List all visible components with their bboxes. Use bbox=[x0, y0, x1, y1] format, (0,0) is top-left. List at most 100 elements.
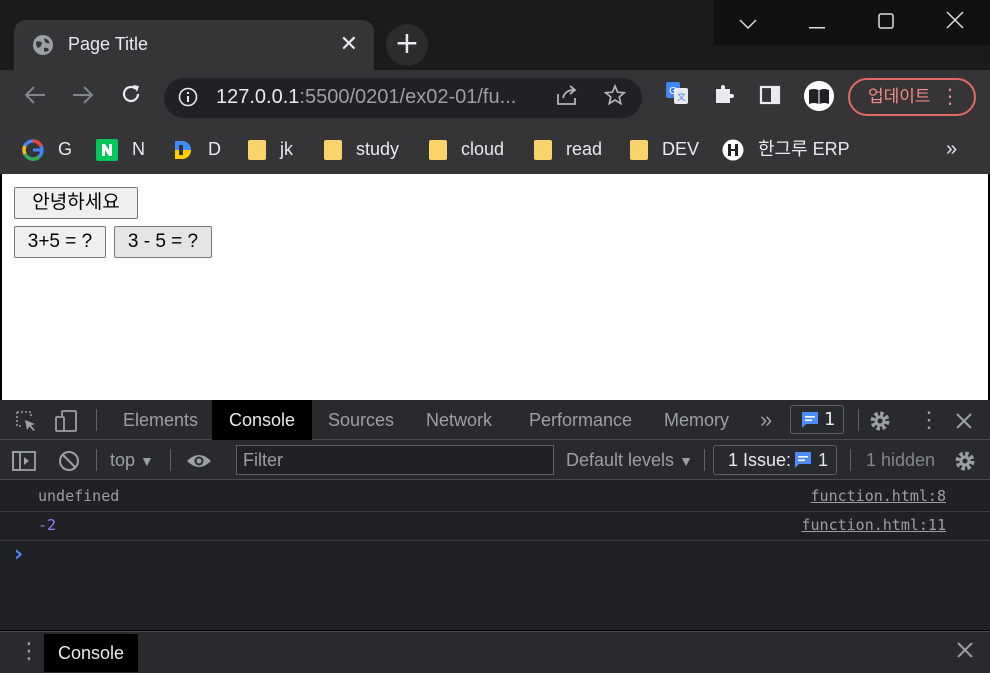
clear-console-icon[interactable] bbox=[58, 440, 80, 480]
inspect-element-icon[interactable] bbox=[14, 400, 38, 440]
maximize-icon[interactable] bbox=[852, 0, 920, 45]
console-output: undefined function.html:8 -2 function.ht… bbox=[0, 480, 990, 630]
tab-sources[interactable]: Sources bbox=[328, 400, 394, 440]
more-menu-icon[interactable]: ⋮ bbox=[940, 80, 960, 112]
devtools-drawer: ⋮ Console bbox=[0, 631, 990, 673]
minimize-icon[interactable] bbox=[783, 0, 851, 45]
more-tabs-button[interactable]: » bbox=[760, 400, 772, 440]
svg-text:G: G bbox=[669, 86, 677, 97]
drawer-menu-icon[interactable]: ⋮ bbox=[18, 632, 40, 672]
toolbar-divider bbox=[170, 449, 171, 471]
tab-search-icon[interactable] bbox=[714, 0, 782, 45]
sidebar-toggle-icon[interactable] bbox=[12, 440, 36, 480]
close-drawer-icon[interactable] bbox=[956, 641, 974, 663]
add-button[interactable]: 3+5 = ? bbox=[14, 226, 106, 258]
devtools-tab-bar: Elements Console Sources Network Perform… bbox=[0, 400, 990, 440]
folder-icon bbox=[534, 140, 552, 161]
page-viewport: 안녕하세요 3+5 = ? 3 - 5 = ? bbox=[2, 174, 988, 400]
log-levels-dropdown[interactable]: Default levels ▼ bbox=[566, 440, 693, 480]
folder-icon bbox=[324, 140, 342, 161]
greeting-button[interactable]: 안녕하세요 bbox=[14, 187, 138, 219]
svg-text:文: 文 bbox=[677, 91, 686, 103]
window-controls bbox=[714, 0, 990, 45]
console-toolbar: top ▼ Filter Default levels ▼ 1 Issue: 1… bbox=[0, 440, 990, 480]
bookmarks-bar: G N D jk study cloud read DEV 한그루 ERP » bbox=[0, 126, 990, 174]
tab-title: Page Title bbox=[68, 34, 149, 54]
issues-label: 1 Issue: bbox=[728, 450, 792, 470]
bookmark-star-icon[interactable] bbox=[598, 81, 632, 115]
filter-input[interactable]: Filter bbox=[236, 445, 554, 475]
erp-icon bbox=[722, 139, 744, 161]
toolbar-divider bbox=[858, 409, 859, 431]
tab-close-icon[interactable]: ✕ bbox=[340, 32, 358, 57]
bookmark-daum[interactable]: D bbox=[172, 134, 221, 164]
hidden-count: 1 hidden bbox=[866, 450, 936, 470]
google-icon bbox=[22, 139, 44, 162]
console-settings-gear-icon[interactable] bbox=[953, 440, 977, 480]
issues-counter-button[interactable]: 1 Issue: 1 bbox=[713, 445, 837, 475]
forward-icon[interactable] bbox=[66, 80, 100, 114]
device-toolbar-icon[interactable] bbox=[54, 400, 80, 440]
context-selector[interactable]: top ▼ bbox=[110, 440, 154, 480]
toolbar-divider bbox=[704, 449, 705, 471]
back-icon[interactable] bbox=[18, 80, 52, 114]
folder-icon bbox=[248, 140, 266, 161]
bookmark-google[interactable]: G bbox=[22, 134, 72, 164]
message-icon bbox=[795, 452, 811, 468]
console-message: -2 function.html:11 bbox=[0, 511, 990, 541]
drawer-tab-console[interactable]: Console bbox=[44, 634, 139, 672]
bookmark-folder-dev[interactable]: DEV bbox=[630, 134, 699, 164]
tab-network[interactable]: Network bbox=[426, 400, 492, 440]
console-message-text: -2 bbox=[38, 516, 57, 534]
bookmark-erp[interactable]: 한그루 ERP bbox=[722, 134, 850, 164]
browser-titlebar: Page Title ✕ + bbox=[0, 0, 990, 72]
bookmark-folder-cloud[interactable]: cloud bbox=[429, 134, 504, 164]
close-window-icon[interactable] bbox=[921, 0, 989, 45]
toolbar-divider bbox=[96, 409, 97, 431]
profile-avatar-icon[interactable] bbox=[802, 80, 836, 114]
tab-memory[interactable]: Memory bbox=[664, 400, 729, 440]
console-message-text: undefined bbox=[38, 487, 120, 505]
update-label: 업데이트 bbox=[868, 87, 931, 107]
naver-icon bbox=[96, 139, 118, 162]
live-expression-eye-icon[interactable] bbox=[186, 440, 212, 480]
tab-elements[interactable]: Elements bbox=[123, 400, 198, 440]
bookmark-folder-jk[interactable]: jk bbox=[248, 134, 293, 164]
bookmark-folder-read[interactable]: read bbox=[534, 134, 602, 164]
url-text[interactable]: 127.0.0.1:5500/0201/ex02-01/fu... bbox=[216, 86, 516, 109]
tab-performance[interactable]: Performance bbox=[529, 400, 632, 440]
extensions-icon[interactable] bbox=[707, 80, 741, 114]
new-tab-button[interactable]: + bbox=[386, 24, 428, 66]
folder-icon bbox=[429, 140, 447, 161]
google-translate-icon[interactable]: G文 bbox=[660, 80, 694, 114]
bookmarks-overflow-button[interactable]: » bbox=[946, 134, 957, 164]
issue-count: 1 bbox=[824, 409, 836, 430]
address-bar[interactable]: 127.0.0.1:5500/0201/ex02-01/fu... bbox=[164, 78, 642, 118]
tab-console[interactable]: Console bbox=[212, 400, 313, 440]
close-devtools-icon[interactable] bbox=[955, 400, 973, 440]
settings-gear-icon[interactable] bbox=[868, 400, 892, 440]
reload-icon[interactable] bbox=[114, 80, 148, 114]
devtools-menu-icon[interactable]: ⋮ bbox=[918, 400, 940, 440]
source-link[interactable]: function.html:11 bbox=[802, 511, 947, 540]
share-icon[interactable] bbox=[550, 81, 584, 115]
subtract-button[interactable]: 3 - 5 = ? bbox=[114, 226, 212, 258]
site-info-icon[interactable] bbox=[178, 87, 198, 107]
toolbar-divider bbox=[96, 449, 97, 471]
console-message: undefined function.html:8 bbox=[0, 482, 990, 512]
console-prompt-icon[interactable]: › bbox=[14, 540, 23, 569]
source-link[interactable]: function.html:8 bbox=[811, 482, 946, 511]
message-icon bbox=[802, 412, 818, 428]
bookmark-naver[interactable]: N bbox=[96, 134, 145, 164]
issues-badge[interactable]: 1 bbox=[790, 405, 844, 434]
daum-icon bbox=[175, 141, 191, 160]
browser-toolbar: 127.0.0.1:5500/0201/ex02-01/fu... G文 업데이… bbox=[0, 70, 990, 126]
toolbar-divider bbox=[850, 449, 851, 471]
globe-icon bbox=[33, 35, 53, 55]
browser-tab[interactable]: Page Title ✕ bbox=[14, 20, 374, 72]
folder-icon bbox=[630, 140, 648, 161]
bookmark-folder-study[interactable]: study bbox=[324, 134, 399, 164]
side-panel-icon[interactable] bbox=[753, 80, 787, 114]
update-button[interactable]: 업데이트 ⋮ bbox=[848, 78, 976, 116]
issues-count: 1 bbox=[818, 450, 829, 470]
